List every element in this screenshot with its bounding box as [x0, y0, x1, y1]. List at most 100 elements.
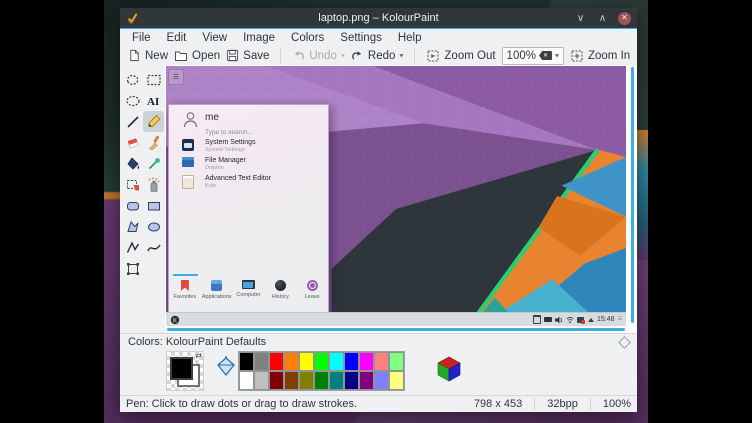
color-picker-tool[interactable]	[143, 153, 164, 174]
toolbar-separator	[280, 49, 281, 63]
rounded-rectangle-tool[interactable]	[122, 195, 143, 216]
menu-file[interactable]: File	[124, 32, 159, 44]
kickoff-tab-favorites: Favorites	[169, 274, 201, 308]
flood-fill-tool[interactable]	[122, 153, 143, 174]
connected-lines-tool[interactable]	[122, 237, 143, 258]
kickoff-app-subtitle: System Settings	[205, 147, 245, 153]
volume-icon	[555, 316, 563, 324]
zoom-in-button[interactable]: Zoom In	[570, 49, 630, 63]
toolbar: New Open Save Undo ▾ Redo ▾	[120, 46, 637, 65]
palette-color-0-0[interactable]	[239, 352, 254, 371]
palette-color-0-3[interactable]	[284, 352, 299, 371]
dock-collapse-icon[interactable]	[618, 336, 631, 349]
menu-image[interactable]: Image	[235, 32, 283, 44]
tool-grid-empty	[143, 258, 164, 279]
palette-color-1-6[interactable]	[329, 371, 344, 390]
file-manager-icon	[182, 157, 194, 167]
color-eraser-tool[interactable]	[122, 174, 143, 195]
palette-color-1-10[interactable]	[389, 371, 404, 390]
kickoff-tab-applications: Applications	[201, 274, 233, 308]
spraycan-tool[interactable]	[143, 174, 164, 195]
rectangle-tool[interactable]	[143, 195, 164, 216]
pen-tool[interactable]	[143, 111, 164, 132]
palette-color-1-7[interactable]	[344, 371, 359, 390]
color-similarity-icon[interactable]	[216, 355, 236, 377]
palette-color-0-5[interactable]	[314, 352, 329, 371]
screen: laptop.png – KolourPaint ∨ ∧ ✕ File Edit…	[0, 0, 752, 423]
open-button[interactable]: Open	[174, 49, 220, 62]
brush-tool[interactable]	[143, 132, 164, 153]
menu-colors[interactable]: Colors	[283, 32, 332, 44]
vertical-scrollbar[interactable]	[631, 67, 634, 323]
kolourpaint-app-icon	[126, 12, 139, 25]
new-button[interactable]: New	[128, 49, 168, 62]
redo-button[interactable]: Redo ▾	[351, 49, 404, 62]
curve-tool[interactable]	[143, 237, 164, 258]
favorites-icon	[181, 280, 189, 291]
elliptical-selection-tool[interactable]	[122, 90, 143, 111]
line-tool[interactable]	[122, 111, 143, 132]
clear-text-icon[interactable]: ✕	[539, 51, 552, 60]
text-editor-icon	[182, 175, 194, 189]
palette-color-0-4[interactable]	[299, 352, 314, 371]
rectangular-selection-tool[interactable]	[143, 69, 164, 90]
zoom-tool[interactable]	[122, 258, 143, 279]
palette-color-0-7[interactable]	[344, 352, 359, 371]
menu-help[interactable]: Help	[390, 32, 430, 44]
palette-color-0-8[interactable]	[359, 352, 374, 371]
close-button[interactable]: ✕	[618, 12, 631, 25]
tool-box: AI	[120, 65, 165, 333]
palette-color-1-3[interactable]	[284, 371, 299, 390]
zoom-out-button[interactable]: Zoom Out	[426, 49, 495, 63]
palette-color-0-10[interactable]	[389, 352, 404, 371]
palette-color-0-6[interactable]	[329, 352, 344, 371]
kickoff-active-tab-indicator	[173, 274, 198, 276]
horizontal-scrollbar[interactable]	[167, 328, 625, 331]
desktop-folder-widget: ☰	[168, 69, 184, 85]
kde-launcher-icon: K	[170, 315, 180, 325]
palette-color-1-2[interactable]	[269, 371, 284, 390]
menu-edit[interactable]: Edit	[159, 32, 195, 44]
palette-color-0-9[interactable]	[374, 352, 389, 371]
clipboard-icon	[533, 316, 541, 324]
zoom-dropdown-icon[interactable]: ▾	[555, 52, 559, 59]
zoom-tool-icon	[125, 261, 141, 277]
titlebar[interactable]: laptop.png – KolourPaint ∨ ∧ ✕	[120, 8, 637, 28]
palette-color-1-1[interactable]	[254, 371, 269, 390]
ellipse-tool[interactable]	[143, 216, 164, 237]
eraser-tool[interactable]	[122, 132, 143, 153]
canvas-viewport[interactable]: ☰ me Type to search... System Settings S…	[165, 65, 637, 333]
zoom-level-combobox[interactable]: 100% ✕ ▾	[502, 47, 564, 65]
foreground-background-swatch[interactable]: ⇄	[166, 351, 204, 391]
panel-handle-icon: ☰	[618, 317, 622, 322]
save-button[interactable]: Save	[226, 49, 269, 62]
palette-color-1-8[interactable]	[359, 371, 374, 390]
svg-text:K: K	[173, 318, 177, 324]
palette-color-1-5[interactable]	[314, 371, 329, 390]
zoom-out-icon	[426, 49, 440, 63]
menubar: File Edit View Image Colors Settings Hel…	[120, 29, 637, 46]
redo-dropdown-icon[interactable]: ▾	[399, 52, 403, 59]
undo-button[interactable]: Undo ▾	[292, 49, 345, 62]
foreground-color-swatch[interactable]	[170, 357, 193, 380]
polygon-tool[interactable]	[122, 216, 143, 237]
palette-color-1-4[interactable]	[299, 371, 314, 390]
color-palette[interactable]	[238, 351, 405, 391]
canvas-image[interactable]: ☰ me Type to search... System Settings S…	[166, 66, 626, 326]
menu-view[interactable]: View	[194, 32, 235, 44]
palette-color-0-2[interactable]	[269, 352, 284, 371]
palette-color-1-9[interactable]	[374, 371, 389, 390]
color-eraser-icon	[125, 177, 141, 193]
palette-color-0-1[interactable]	[254, 352, 269, 371]
swap-colors-icon[interactable]: ⇄	[195, 352, 202, 360]
line-tool-icon	[125, 114, 141, 130]
palette-color-1-0[interactable]	[239, 371, 254, 390]
kickoff-tab-leave: Leave	[296, 274, 328, 308]
text-tool[interactable]: AI	[143, 90, 164, 111]
freeform-selection-tool[interactable]	[122, 69, 143, 90]
maximize-button[interactable]: ∧	[596, 12, 609, 25]
minimize-button[interactable]: ∨	[574, 12, 587, 25]
menu-settings[interactable]: Settings	[332, 32, 390, 44]
undo-dropdown-icon[interactable]: ▾	[341, 52, 345, 59]
ellipse-icon	[146, 219, 162, 235]
